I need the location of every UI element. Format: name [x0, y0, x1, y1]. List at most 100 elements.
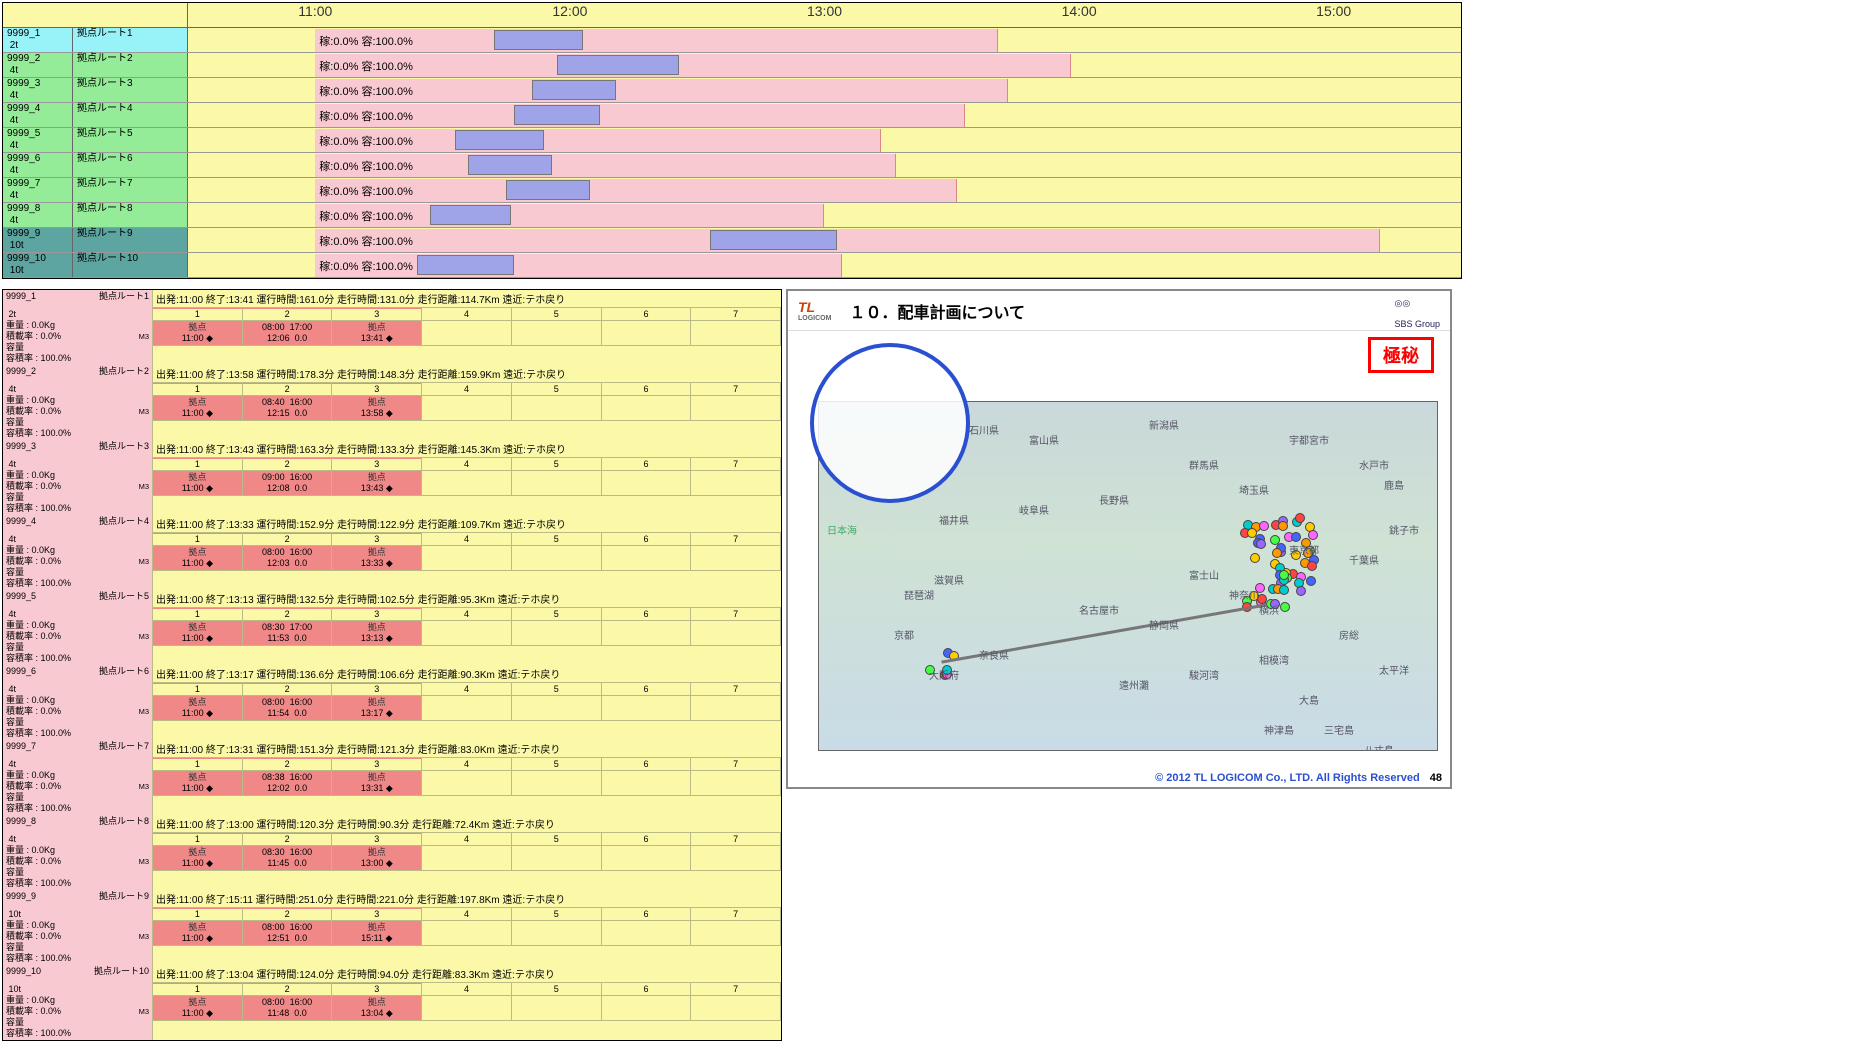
detail-route-row[interactable]: 9999_10拠点ルート10 出発:11:00 終了:13:04 運行時間:12… — [3, 965, 781, 1040]
map-point-icon[interactable] — [1272, 548, 1282, 558]
gantt-row-label[interactable]: 9999_1 2t拠点ルート1 — [3, 28, 188, 52]
detail-cell[interactable]: 1拠点11:00 ◆ — [153, 983, 243, 1021]
map-point-icon[interactable] — [1259, 521, 1269, 531]
detail-cell[interactable]: 208:00 16:0011:48 0.0 — [243, 983, 333, 1021]
detail-cell[interactable]: 5 — [512, 683, 602, 721]
detail-cell[interactable]: 6 — [602, 833, 692, 871]
detail-cell[interactable]: 6 — [602, 533, 692, 571]
gantt-bar-stop[interactable] — [506, 180, 590, 200]
detail-cell[interactable]: 3拠点13:41 ◆ — [332, 308, 422, 346]
detail-cell[interactable]: 4 — [422, 908, 512, 946]
gantt-bar-stop[interactable] — [557, 55, 679, 75]
detail-cell[interactable]: 4 — [422, 383, 512, 421]
detail-cell[interactable]: 3拠点13:13 ◆ — [332, 608, 422, 646]
detail-cell[interactable]: 4 — [422, 308, 512, 346]
gantt-bar-travel[interactable]: 稼:0.0% 容:100.0% — [315, 29, 997, 52]
gantt-row[interactable]: 9999_8 4t拠点ルート8 稼:0.0% 容:100.0% — [3, 203, 1461, 228]
map-point-icon[interactable] — [1307, 561, 1317, 571]
detail-cell[interactable]: 1拠点11:00 ◆ — [153, 758, 243, 796]
gantt-row[interactable]: 9999_6 4t拠点ルート6稼:0.0% 容:100.0% — [3, 153, 1461, 178]
gantt-bar-travel[interactable]: 稼:0.0% 容:100.0% — [315, 254, 842, 277]
detail-cell[interactable]: 5 — [512, 533, 602, 571]
gantt-row-label[interactable]: 9999_5 4t拠点ルート5 — [3, 128, 188, 152]
map-point-icon[interactable] — [1306, 576, 1316, 586]
gantt-bar-travel[interactable]: 稼:0.0% 容:100.0% — [315, 79, 1008, 102]
detail-cell[interactable]: 1拠点11:00 ◆ — [153, 683, 243, 721]
gantt-bar-stop[interactable] — [417, 255, 514, 275]
gantt-bar-travel[interactable]: 稼:0.0% 容:100.0% — [315, 154, 895, 177]
gantt-row-label[interactable]: 9999_7 4t拠点ルート7 — [3, 178, 188, 202]
detail-cell[interactable]: 7 — [691, 308, 781, 346]
map-point-icon[interactable] — [1291, 532, 1301, 542]
detail-cell[interactable]: 5 — [512, 383, 602, 421]
detail-route-row[interactable]: 9999_8拠点ルート8 出発:11:00 終了:13:00 運行時間:120.… — [3, 815, 781, 890]
detail-cell[interactable]: 4 — [422, 683, 512, 721]
gantt-bar-stop[interactable] — [514, 105, 601, 125]
detail-cell[interactable]: 4 — [422, 983, 512, 1021]
detail-cell[interactable]: 208:00 17:0012:06 0.0 — [243, 308, 333, 346]
gantt-row[interactable]: 9999_5 4t拠点ルート5 稼:0.0% 容:100.0% — [3, 128, 1461, 153]
gantt-bar-travel[interactable]: 稼:0.0% 容:100.0% — [315, 229, 1379, 252]
detail-cell[interactable]: 3拠点13:17 ◆ — [332, 683, 422, 721]
gantt-bar-stop[interactable] — [468, 155, 552, 175]
map-point-icon[interactable] — [1279, 585, 1289, 595]
detail-cell[interactable]: 1拠点11:00 ◆ — [153, 533, 243, 571]
detail-cell[interactable]: 6 — [602, 308, 692, 346]
detail-route-row[interactable]: 9999_1拠点ルート1 出発:11:00 終了:13:41 運行時間:161.… — [3, 290, 781, 365]
detail-cell[interactable]: 4 — [422, 758, 512, 796]
detail-cell[interactable]: 208:00 16:0011:54 0.0 — [243, 683, 333, 721]
gantt-bar-travel[interactable]: 稼:0.0% 容:100.0% — [315, 54, 1071, 77]
detail-cell[interactable]: 4 — [422, 608, 512, 646]
detail-cell[interactable]: 4 — [422, 833, 512, 871]
map-point-icon[interactable] — [1278, 521, 1288, 531]
gantt-row-label[interactable]: 9999_8 4t拠点ルート8 — [3, 203, 188, 227]
detail-cell[interactable]: 4 — [422, 458, 512, 496]
gantt-bar-travel[interactable]: 稼:0.0% 容:100.0% — [315, 104, 964, 127]
detail-cell[interactable]: 3拠点15:11 ◆ — [332, 908, 422, 946]
detail-cell[interactable]: 3拠点13:33 ◆ — [332, 533, 422, 571]
detail-cell[interactable]: 209:00 16:0012:08 0.0 — [243, 458, 333, 496]
detail-cell[interactable]: 7 — [691, 683, 781, 721]
gantt-bar-stop[interactable] — [532, 80, 616, 100]
gantt-row[interactable]: 9999_9 10t拠点ルート9 稼:0.0% 容:100.0% — [3, 228, 1461, 253]
detail-cell[interactable]: 208:38 16:0012:02 0.0 — [243, 758, 333, 796]
gantt-bar-travel[interactable]: 稼:0.0% 容:100.0% — [315, 204, 824, 227]
detail-cell[interactable]: 1拠点11:00 ◆ — [153, 608, 243, 646]
detail-cell[interactable]: 4 — [422, 533, 512, 571]
detail-cell[interactable]: 208:30 17:0011:53 0.0 — [243, 608, 333, 646]
detail-cell[interactable]: 7 — [691, 908, 781, 946]
detail-cell[interactable]: 5 — [512, 983, 602, 1021]
detail-cell[interactable]: 5 — [512, 833, 602, 871]
detail-route-row[interactable]: 9999_4拠点ルート4 出発:11:00 終了:13:33 運行時間:152.… — [3, 515, 781, 590]
detail-cell[interactable]: 5 — [512, 908, 602, 946]
detail-cell[interactable]: 7 — [691, 983, 781, 1021]
detail-cell[interactable]: 1拠点11:00 ◆ — [153, 833, 243, 871]
gantt-bar-travel[interactable]: 稼:0.0% 容:100.0% — [315, 129, 880, 152]
gantt-row-label[interactable]: 9999_9 10t拠点ルート9 — [3, 228, 188, 252]
detail-cell[interactable]: 1拠点11:00 ◆ — [153, 908, 243, 946]
detail-cell[interactable]: 6 — [602, 458, 692, 496]
map-point-icon[interactable] — [1296, 586, 1306, 596]
map-point-icon[interactable] — [1247, 528, 1257, 538]
gantt-row[interactable]: 9999_1 2t拠点ルート1 稼:0.0% 容:100.0% — [3, 28, 1461, 53]
detail-cell[interactable]: 1拠点11:00 ◆ — [153, 308, 243, 346]
map-point-icon[interactable] — [1250, 553, 1260, 563]
map-point-icon[interactable] — [1295, 513, 1305, 523]
gantt-row[interactable]: 9999_2 4t拠点ルート2稼:0.0% 容:100.0% — [3, 53, 1461, 78]
detail-route-row[interactable]: 9999_2拠点ルート2 出発:11:00 終了:13:58 運行時間:178.… — [3, 365, 781, 440]
gantt-row[interactable]: 9999_10 10t拠点ルート10稼:0.0% 容:100.0% — [3, 253, 1461, 278]
detail-route-row[interactable]: 9999_9拠点ルート9 出発:11:00 終了:15:11 運行時間:251.… — [3, 890, 781, 965]
detail-cell[interactable]: 5 — [512, 758, 602, 796]
detail-cell[interactable]: 5 — [512, 458, 602, 496]
detail-route-row[interactable]: 9999_5拠点ルート5 出発:11:00 終了:13:13 運行時間:132.… — [3, 590, 781, 665]
detail-cell[interactable]: 1拠点11:00 ◆ — [153, 383, 243, 421]
gantt-row-label[interactable]: 9999_3 4t拠点ルート3 — [3, 78, 188, 102]
map-point-icon[interactable] — [1308, 530, 1318, 540]
detail-cell[interactable]: 6 — [602, 908, 692, 946]
gantt-bar-travel[interactable]: 稼:0.0% 容:100.0% — [315, 179, 957, 202]
detail-cell[interactable]: 3拠点13:04 ◆ — [332, 983, 422, 1021]
detail-cell[interactable]: 3拠点13:43 ◆ — [332, 458, 422, 496]
gantt-bar-stop[interactable] — [494, 30, 583, 50]
gantt-bar-stop[interactable] — [430, 205, 511, 225]
map-point-icon[interactable] — [1280, 602, 1290, 612]
